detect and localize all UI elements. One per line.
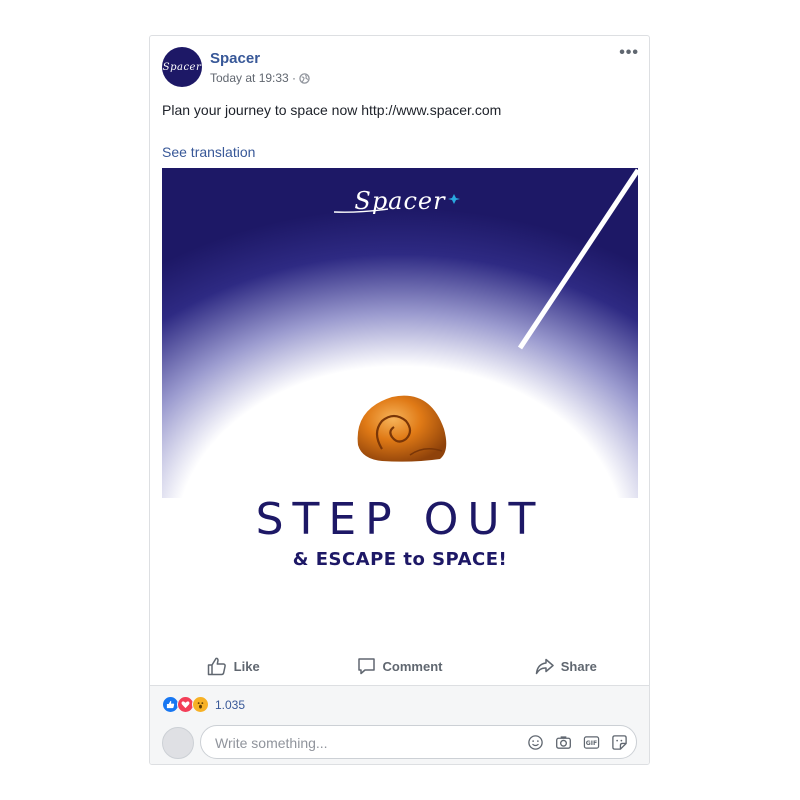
current-user-avatar (162, 727, 194, 759)
headline-text: STEP OUT (255, 494, 545, 545)
post-card: Spacer Spacer Today at 19:33 · ••• Plan … (149, 35, 650, 765)
share-button[interactable]: Share (483, 648, 649, 684)
reaction-count: 1.035 (215, 697, 246, 712)
comment-input[interactable] (213, 726, 517, 760)
post-actions: Like Comment Share (150, 648, 649, 684)
avatar-logo: Spacer (162, 61, 202, 73)
see-translation-link[interactable]: See translation (162, 144, 255, 160)
share-label: Share (560, 658, 597, 674)
post-meta: Today at 19:33 · (210, 71, 310, 85)
brand-name: Spacer (354, 187, 446, 215)
like-button[interactable]: Like (150, 648, 316, 684)
spacer-logo: Spacer (162, 182, 638, 222)
sticker-icon[interactable] (611, 734, 628, 751)
camera-icon[interactable] (555, 734, 572, 751)
more-options-icon[interactable]: ••• (619, 44, 639, 62)
gif-icon[interactable]: GIF (583, 734, 600, 751)
share-icon (535, 658, 554, 674)
comment-label: Comment (382, 658, 443, 674)
post-footer: 1.035 GIF (150, 685, 649, 764)
globe-icon[interactable] (299, 72, 310, 84)
post-timestamp[interactable]: Today at 19:33 · (210, 71, 296, 85)
svg-text:GIF: GIF (586, 740, 598, 747)
page-name-link[interactable]: Spacer (210, 50, 260, 67)
thumbs-up-icon (207, 657, 226, 675)
comment-button[interactable]: Comment (316, 648, 482, 684)
wow-reaction-icon (192, 696, 209, 713)
page-avatar[interactable]: Spacer (162, 47, 202, 87)
subhead-text: & ESCAPE to SPACE! (292, 549, 508, 570)
emoji-icon[interactable] (527, 734, 544, 751)
snail-shell-image (357, 395, 447, 462)
like-label: Like (233, 658, 260, 674)
post-image[interactable]: Spacer STEP OUT & ESCAPE to SPACE! (162, 168, 638, 641)
post-text: Plan your journey to space now http://ww… (162, 102, 502, 118)
reactions-summary[interactable]: 1.035 (162, 696, 245, 713)
comment-icon (357, 658, 375, 675)
comment-composer[interactable]: GIF (200, 725, 637, 760)
